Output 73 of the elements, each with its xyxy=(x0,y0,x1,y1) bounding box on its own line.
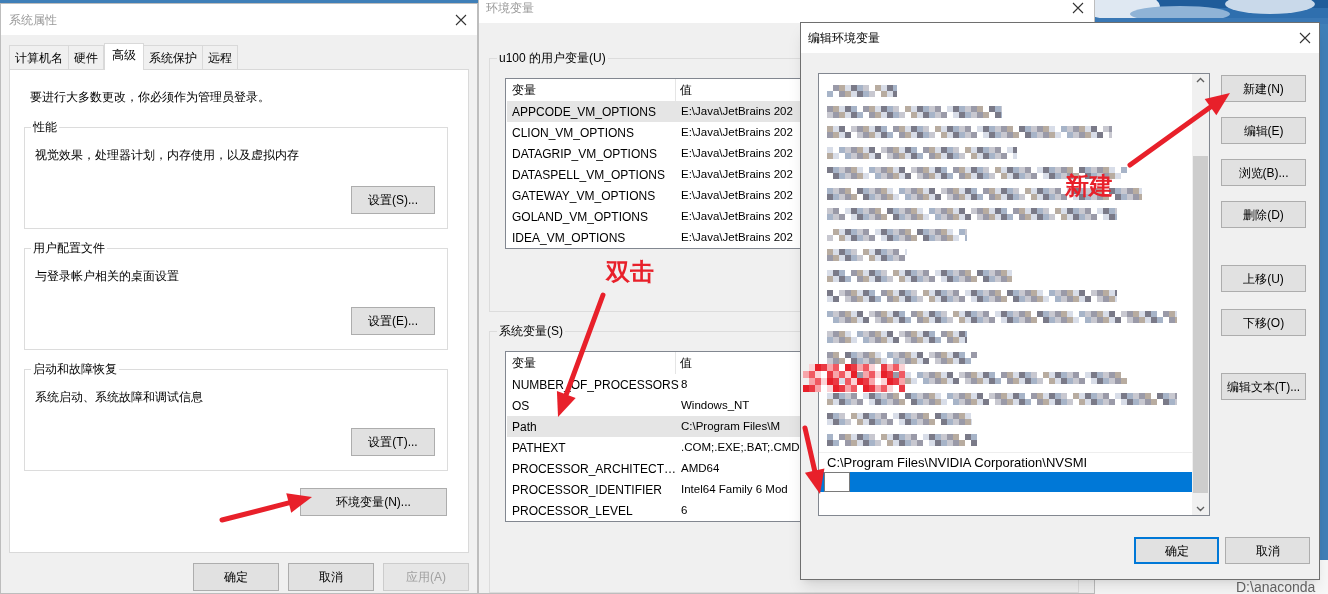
side-button[interactable]: 新建(N) xyxy=(1221,75,1306,102)
table-cell-text: DATASPELL_VM_OPTIONS xyxy=(511,166,666,184)
group-title: 系统变量(S) xyxy=(497,323,565,339)
dialog-button[interactable]: 取消 xyxy=(288,563,374,591)
dialog-button[interactable]: 确定 xyxy=(1134,537,1219,564)
table-cell-text: PROCESSOR_ARCHITECT… xyxy=(511,460,676,478)
text-input[interactable] xyxy=(824,472,850,492)
notice-text: 要进行大多数更改，你必须作为管理员登录。 xyxy=(30,90,270,104)
group-title: 用户配置文件 xyxy=(31,241,107,255)
group-title: 启动和故障恢复 xyxy=(31,362,119,376)
table-cell-text: E:\Java\JetBrains 202 xyxy=(680,187,794,203)
group-description: 与登录帐户相关的桌面设置 xyxy=(35,268,180,285)
table-cell-text: Path xyxy=(511,418,538,436)
list-row[interactable]: C:\Program Files\NVIDIA Corporation\NVSMI xyxy=(819,452,1192,472)
scroll-down-icon[interactable] xyxy=(1196,506,1205,512)
table-cell-text: PROCESSOR_IDENTIFIER xyxy=(511,481,664,499)
table-cell-text: C:\Program Files\M xyxy=(680,418,782,434)
annotation-label: 新建 xyxy=(1065,172,1113,200)
list-item[interactable] xyxy=(819,472,1192,492)
table-cell-text: E:\Java\JetBrains 202 xyxy=(680,208,794,224)
table-cell-text: PROCESSOR_LEVEL xyxy=(511,502,634,520)
scroll-up-icon[interactable] xyxy=(1196,77,1205,83)
tab[interactable]: 高级 xyxy=(104,43,144,70)
side-button[interactable]: 编辑(E) xyxy=(1221,117,1306,144)
table-cell-text: GOLAND_VM_OPTIONS xyxy=(511,208,650,226)
annotation-arrow xyxy=(802,425,825,494)
table-cell-text: E:\Java\JetBrains 202 xyxy=(680,229,794,245)
close-icon[interactable] xyxy=(1299,32,1311,44)
table-cell-text: GATEWAY_VM_OPTIONS xyxy=(511,187,657,205)
dialog-button[interactable]: 确定 xyxy=(193,563,279,591)
table-cell-text: .COM;.EXE;.BAT;.CMD xyxy=(680,439,800,455)
table-cell-text: DATAGRIP_VM_OPTIONS xyxy=(511,145,658,163)
side-button[interactable]: 删除(D) xyxy=(1221,201,1306,228)
table-cell-text: Intel64 Family 6 Mod xyxy=(680,481,789,497)
annotation-label: 双击 xyxy=(606,258,654,286)
window-title: 环境变量 xyxy=(486,0,534,17)
table-cell-text: 8 xyxy=(680,376,689,392)
group-description: 系统启动、系统故障和调试信息 xyxy=(35,389,204,406)
table-cell-text: APPCODE_VM_OPTIONS xyxy=(511,103,658,121)
tab[interactable]: 计算机名 xyxy=(9,45,69,69)
side-button[interactable]: 编辑文本(T)... xyxy=(1221,373,1306,400)
settings-button[interactable]: 设置(T)... xyxy=(351,428,435,456)
path-text: D:\anaconda xyxy=(1236,580,1316,594)
settings-button[interactable]: 设置(E)... xyxy=(351,307,435,335)
group-title: u100 的用户变量(U) xyxy=(497,50,608,66)
side-button[interactable]: 下移(O) xyxy=(1221,309,1306,336)
tab[interactable]: 远程 xyxy=(202,45,238,69)
table-cell-text: PATHEXT xyxy=(511,439,567,457)
redacted-text xyxy=(827,85,897,98)
tab[interactable]: 硬件 xyxy=(68,45,104,69)
table-cell-text: AMD64 xyxy=(680,460,721,476)
window-title: 系统属性 xyxy=(9,11,57,29)
scrollbar[interactable] xyxy=(1192,74,1209,515)
table-cell-text: Windows_NT xyxy=(680,397,751,413)
window-title: 编辑环境变量 xyxy=(808,30,880,47)
settings-button[interactable]: 设置(S)... xyxy=(351,186,435,214)
table-cell-text: CLION_VM_OPTIONS xyxy=(511,124,636,142)
side-button[interactable]: 上移(U) xyxy=(1221,265,1306,292)
table-cell-text: E:\Java\JetBrains 202 xyxy=(680,124,794,140)
table-cell-text: 6 xyxy=(680,502,689,518)
group-description: 视觉效果，处理器计划，内存使用，以及虚拟内存 xyxy=(35,147,300,164)
table-cell-text: IDEA_VM_OPTIONS xyxy=(511,229,627,247)
group-title: 性能 xyxy=(31,120,59,134)
scrollbar-thumb[interactable] xyxy=(1193,156,1208,493)
close-icon[interactable] xyxy=(1072,2,1084,14)
side-button[interactable]: 浏览(B)... xyxy=(1221,159,1306,186)
dialog-button[interactable]: 取消 xyxy=(1225,537,1310,564)
table-cell-text: OS xyxy=(511,397,531,415)
table-cell-text: E:\Java\JetBrains 202 xyxy=(680,103,794,119)
table-cell-text: E:\Java\JetBrains 202 xyxy=(680,166,794,182)
table-cell-text: E:\Java\JetBrains 202 xyxy=(680,145,794,161)
environment-variables-button[interactable]: 环境变量(N)... xyxy=(300,488,447,516)
close-icon[interactable] xyxy=(455,13,467,26)
